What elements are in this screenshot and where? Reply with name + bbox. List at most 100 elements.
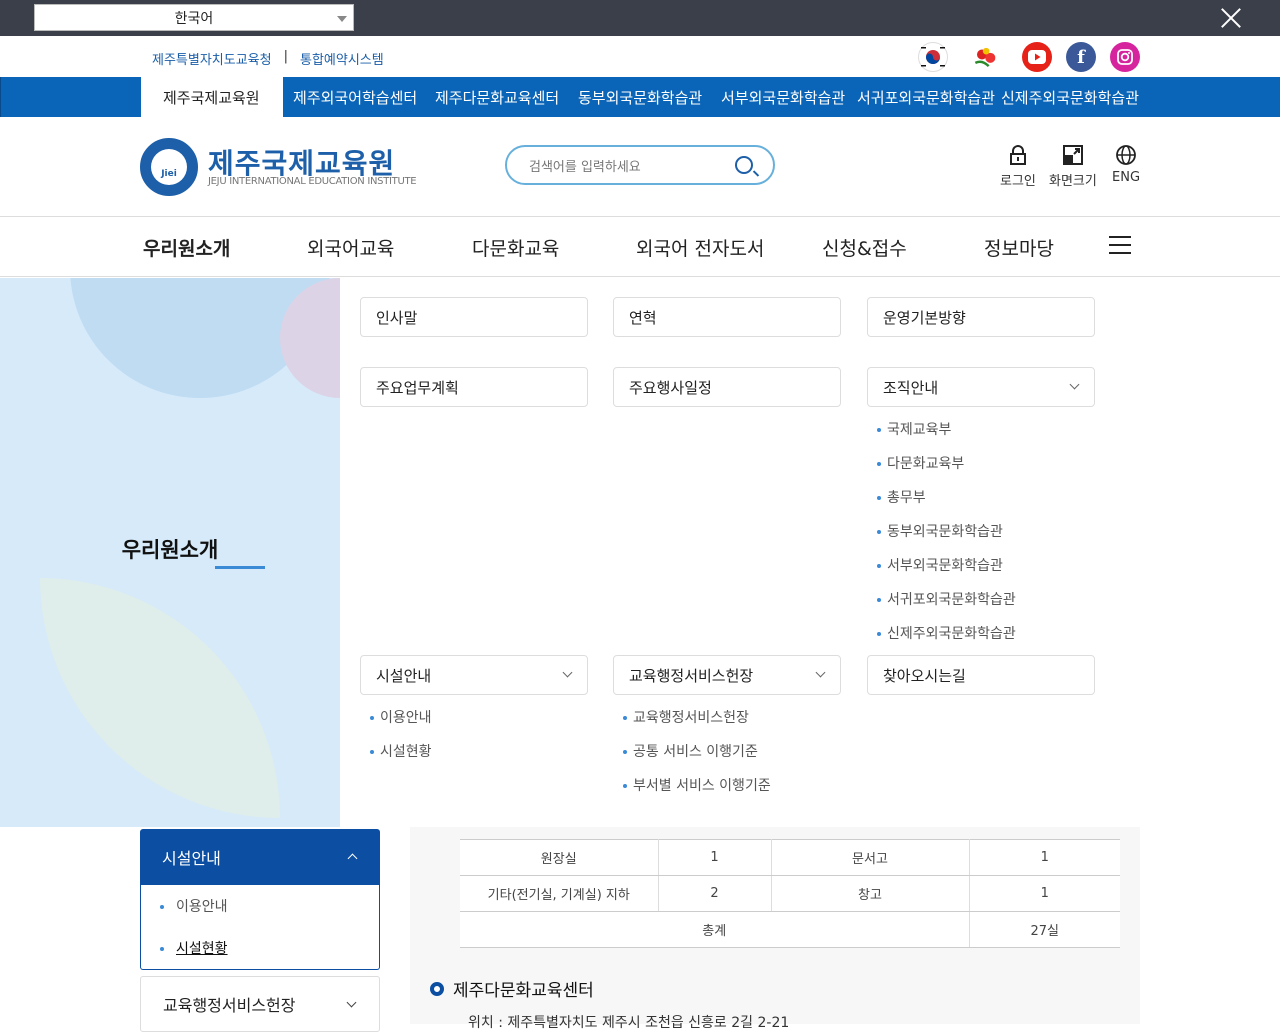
menu-organization[interactable]: 조직안내	[867, 367, 1095, 407]
chevron-down-icon	[346, 997, 357, 1008]
table-cell: 1	[658, 839, 772, 876]
facility-table: 원장실 1 문서고 1 기타(전기실, 기계실) 지하 2 창고 1 총계 27…	[460, 839, 1120, 948]
mega-menu-title: 우리원소개	[121, 538, 219, 562]
flower-icon[interactable]	[972, 42, 1002, 72]
language-value: 한국어	[174, 10, 214, 27]
chevron-down-icon	[1069, 379, 1080, 390]
search-icon[interactable]	[735, 156, 753, 174]
site-tab[interactable]: 서귀포외국문화학습관	[857, 77, 995, 117]
mega-menu-banner: 우리원소개	[0, 278, 340, 827]
org-sub-item[interactable]: 다문화교육부	[877, 453, 964, 473]
lnb-next-label: 교육행정서비스헌장	[163, 996, 296, 1015]
mega-menu: 우리원소개 인사말 연혁 운영기본방향 주요업무계획 주요행사일정 조직안내 국…	[0, 278, 1280, 827]
org-sub-item[interactable]: 총무부	[877, 487, 926, 507]
link-reservation[interactable]: 통합예약시스템	[300, 49, 384, 68]
table-row: 원장실 1 문서고 1	[460, 839, 1120, 876]
site-tab[interactable]: 동부외국문화학습관	[578, 77, 702, 117]
chevron-down-icon	[562, 667, 573, 678]
globe-icon	[1116, 145, 1136, 168]
divider: |	[283, 49, 288, 64]
main-navigation: 우리원소개 외국어교육 다문화교육 외국어 전자도서 신청&접수 정보마당	[0, 217, 1280, 277]
menu-service-charter[interactable]: 교육행정서비스헌장	[613, 655, 841, 695]
lnb-facility-status[interactable]: 시설현황	[160, 938, 228, 958]
table-cell: 2	[658, 875, 772, 912]
youtube-icon[interactable]	[1022, 42, 1052, 72]
language-bar: 한국어	[0, 0, 1280, 36]
site-tab-active[interactable]: 제주국제교육원	[141, 77, 283, 117]
section-title: 제주다문화교육센터	[453, 981, 594, 1001]
org-sub-item[interactable]: 동부외국문화학습관	[877, 521, 1003, 541]
link-jeju-office[interactable]: 제주특별자치도교육청	[152, 49, 272, 68]
menu-greeting[interactable]: 인사말	[360, 297, 588, 337]
gnb-foreign-language[interactable]: 외국어교육	[307, 234, 394, 261]
resize-icon	[1062, 145, 1083, 168]
menu-direction[interactable]: 운영기본방향	[867, 297, 1095, 337]
site-tab[interactable]: 제주다문화교육센터	[435, 77, 559, 117]
org-sub-item[interactable]: 국제교육부	[877, 419, 951, 439]
charter-sub-item[interactable]: 부서별 서비스 이행기준	[623, 775, 771, 795]
logo-emblem-text: Jiei	[151, 149, 187, 185]
table-cell: 창고	[771, 875, 970, 912]
instagram-icon[interactable]	[1110, 42, 1140, 72]
table-cell: 원장실	[460, 839, 659, 876]
facility-sub-item[interactable]: 시설현황	[370, 741, 432, 761]
site-family-bar: 제주국제교육원 제주외국어학습센터 제주다문화교육센터 동부외국문화학습관 서부…	[0, 77, 1280, 117]
table-cell: 문서고	[771, 839, 970, 876]
site-header: Jiei 제주국제교육원 JEJU INTERNATIONAL EDUCATIO…	[0, 117, 1280, 217]
login-label: 로그인	[1000, 174, 1036, 189]
title-underline	[215, 566, 265, 569]
login-button[interactable]: 로그인	[1000, 145, 1036, 189]
chevron-down-icon	[815, 667, 826, 678]
english-label: ENG	[1112, 170, 1141, 185]
gnb-ebooks[interactable]: 외국어 전자도서	[636, 234, 764, 261]
org-sub-item[interactable]: 서부외국문화학습관	[877, 555, 1003, 575]
site-tab[interactable]: 신제주외국문화학습관	[1001, 77, 1139, 117]
utility-bar: 제주특별자치도교육청 | 통합예약시스템 f	[0, 36, 1280, 77]
facebook-icon[interactable]: f	[1066, 42, 1096, 72]
table-cell: 1	[969, 875, 1120, 912]
lnb-usage-guide[interactable]: 이용안내	[160, 896, 228, 916]
table-cell: 기타(전기실, 기계실) 지하	[460, 875, 659, 912]
site-tab[interactable]: 제주외국어학습센터	[293, 77, 417, 117]
lock-icon	[1009, 145, 1027, 168]
logo-emblem[interactable]: Jiei	[140, 138, 198, 196]
logo-subtitle: JEJU INTERNATIONAL EDUCATION INSTITUTE	[208, 176, 417, 187]
menu-facility[interactable]: 시설안내	[360, 655, 588, 695]
menu-organization-label: 조직안내	[883, 378, 939, 397]
table-row-total: 총계 27실	[460, 911, 1120, 948]
gnb-multicultural[interactable]: 다문화교육	[472, 234, 559, 261]
lnb-facility-header[interactable]: 시설안내	[140, 829, 380, 885]
menu-events[interactable]: 주요행사일정	[613, 367, 841, 407]
language-select[interactable]: 한국어	[34, 4, 354, 31]
facility-sub-item[interactable]: 이용안내	[370, 707, 432, 727]
charter-sub-item[interactable]: 교육행정서비스헌장	[623, 707, 749, 727]
search-placeholder: 검색어를 입력하세요	[529, 159, 641, 175]
screen-size-button[interactable]: 화면크기	[1049, 145, 1097, 189]
menu-history[interactable]: 연혁	[613, 297, 841, 337]
menu-service-charter-label: 교육행정서비스헌장	[629, 666, 754, 685]
lnb-header-label: 시설안내	[162, 849, 221, 868]
org-sub-item[interactable]: 서귀포외국문화학습관	[877, 589, 1016, 609]
menu-work-plan[interactable]: 주요업무계획	[360, 367, 588, 407]
menu-icon[interactable]	[1109, 234, 1131, 256]
korea-flag-icon[interactable]	[918, 42, 948, 72]
english-button[interactable]: ENG	[1112, 145, 1140, 185]
total-label: 총계	[460, 911, 970, 948]
charter-sub-item[interactable]: 공통 서비스 이행기준	[623, 741, 758, 761]
menu-location[interactable]: 찾아오시는길	[867, 655, 1095, 695]
section-heading: 제주다문화교육센터	[430, 976, 594, 1001]
chevron-down-icon	[337, 16, 347, 22]
total-value: 27실	[969, 911, 1120, 948]
site-tab[interactable]: 서부외국문화학습관	[721, 77, 845, 117]
gnb-about[interactable]: 우리원소개	[143, 234, 230, 263]
close-icon[interactable]	[1220, 7, 1242, 29]
org-sub-item[interactable]: 신제주외국문화학습관	[877, 623, 1016, 643]
bullet-icon	[430, 981, 444, 996]
gnb-info[interactable]: 정보마당	[984, 234, 1054, 261]
table-cell: 1	[969, 839, 1120, 876]
table-row: 기타(전기실, 기계실) 지하 2 창고 1	[460, 875, 1120, 912]
menu-facility-label: 시설안내	[376, 666, 432, 685]
screen-size-label: 화면크기	[1049, 174, 1097, 189]
search-input[interactable]: 검색어를 입력하세요	[505, 145, 775, 185]
gnb-application[interactable]: 신청&접수	[822, 234, 907, 261]
